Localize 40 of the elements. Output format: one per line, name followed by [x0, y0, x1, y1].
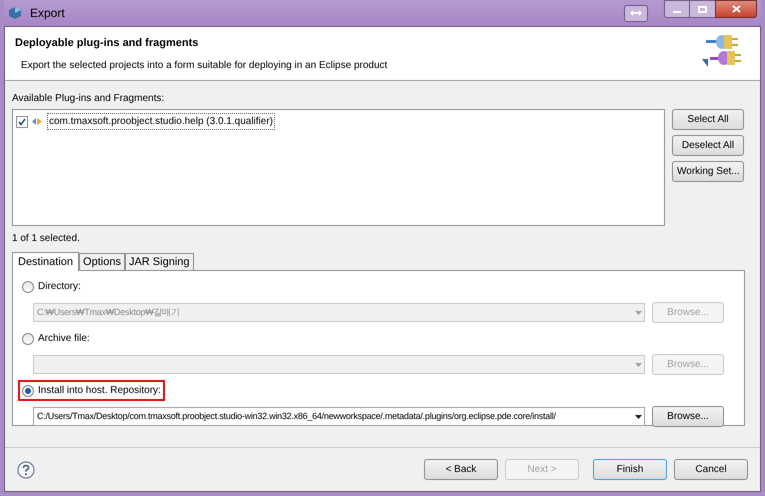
window-title: Export: [30, 5, 65, 22]
button[interactable]: Select All: [672, 109, 744, 130]
minimize-button[interactable]: [664, 0, 690, 18]
page-title: Deployable plug-ins and fragments: [15, 36, 200, 51]
path-text: C:/Users/Tmax/Desktop/com.tmaxsoft.proobject.studio-win32.win32.x86_64/newworkspace/.metadata/.plugins/org.eclipse.pde.core/install/: [37, 410, 556, 423]
button[interactable]: Working Set...: [672, 161, 744, 182]
option-label: Directory:: [38, 280, 81, 294]
maximize-icon: [698, 6, 707, 12]
dropdown-icon: [635, 310, 642, 314]
button[interactable]: < Back: [424, 459, 498, 480]
button[interactable]: Cancel: [674, 459, 748, 480]
selection-count: 1 of 1 selected.: [12, 232, 81, 246]
tab[interactable]: Destination: [12, 252, 80, 271]
tab[interactable]: Options: [79, 253, 125, 270]
path-field[interactable]: C:/Users/Tmax/Desktop/com.tmaxsoft.proobject.studio-win32.win32.x86_64/newworkspace/.metadata/.plugins/org.eclipse.pde.core/install/: [33, 407, 645, 426]
page-description: Export the selected projects into a form suitable for deploying in an Eclipse product: [20, 58, 388, 72]
tab[interactable]: JAR Signing: [124, 253, 194, 270]
help-icon[interactable]: [17, 460, 35, 478]
minimize-icon: [673, 11, 681, 13]
resize-button[interactable]: [624, 4, 648, 22]
radio-button[interactable]: [22, 384, 34, 396]
checkbox[interactable]: [16, 116, 28, 128]
dropdown-icon: [635, 362, 642, 366]
option-label: Install into host. Repository:: [38, 384, 161, 398]
close-icon: [732, 5, 740, 13]
button[interactable]: Finish: [593, 459, 667, 480]
plugin-icon: [32, 117, 43, 126]
button[interactable]: Browse...: [652, 406, 724, 427]
window-icon: [8, 6, 22, 20]
option-label: Archive file:: [38, 332, 90, 346]
destination-option[interactable]: Install into host. Repository:: [18, 380, 165, 401]
path-text: C:₩Users₩Tmax₩Desktop₩갈매기: [37, 306, 180, 319]
arrows-icon: [630, 10, 642, 16]
close-button[interactable]: [715, 0, 757, 18]
check-icon: [18, 118, 26, 126]
plugin-name[interactable]: com.tmaxsoft.proobject.studio.help (3.0.1.qualifier): [47, 113, 275, 130]
dropdown-icon: [635, 414, 642, 418]
plugins-label: Available Plug-ins and Fragments:: [12, 92, 166, 106]
maximize-button[interactable]: [690, 0, 715, 18]
button[interactable]: Deselect All: [672, 135, 744, 156]
